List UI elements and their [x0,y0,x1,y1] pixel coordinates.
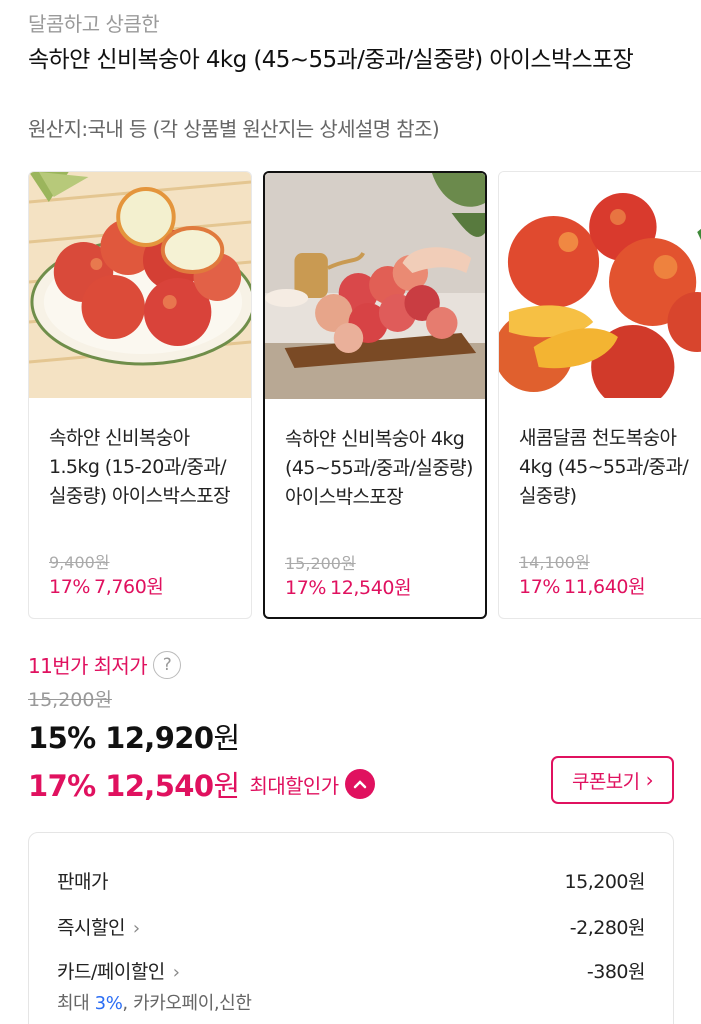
list-price: 15,200원 [28,689,112,711]
price-15-rate: 15% [28,721,96,755]
option-sale-amount: 12,540원 [330,577,412,599]
lowest-price-label: 11번가 최저가 ? [28,650,182,679]
chevron-right-icon: › [645,768,654,792]
option-discount-rate: 17% [49,576,91,598]
product-subtitle: 달콤하고 상큼한 [28,12,160,36]
origin-info: 원산지:국내 등 (각 상품별 원산지는 상세설명 참조) [28,117,440,141]
option-image [29,172,251,398]
breakdown-amount: -2,280원 [569,917,646,939]
price-breakdown-panel: 판매가 15,200원 즉시할인 › -2,280원 카드/페이할인 › -380원… [28,832,674,1024]
price-17-value: 17% 12,540원 [28,763,240,805]
option-sale-price: 17% 11,640원 [519,572,646,599]
price-17-unit: 원 [213,769,240,803]
chevron-up-icon[interactable] [344,769,375,799]
product-title: 속하얀 신비복숭아 4kg (45~55과/중과/실중량) 아이스박스포장 [28,47,634,73]
breakdown-row-sale-price: 판매가 15,200원 [57,867,646,894]
option-original-price: 14,100원 [519,553,590,572]
breakdown-label: 카드/페이할인 › [57,957,180,984]
option-original-price: 15,200원 [285,554,356,573]
chevron-right-icon: › [172,962,180,983]
option-card[interactable]: 속하얀 신비복숭아 1.5kg (15-20과/중과/실중량) 아이스박스포장 … [28,171,252,619]
breakdown-label-text: 즉시할인 [57,917,125,939]
price-15-amount: 12,920 [105,721,214,755]
option-image [265,173,485,399]
discount-price-15: 15% 12,920원 [28,715,240,757]
breakdown-label: 판매가 [57,871,108,893]
breakdown-amount: -380원 [586,961,646,983]
max-discount-label: 최대할인가 [249,773,340,798]
price-17-rate: 17% [28,769,96,803]
breakdown-label-text: 카드/페이할인 [57,961,165,983]
breakdown-row-card-discount[interactable]: 카드/페이할인 › -380원 [57,957,646,984]
option-name: 속하얀 신비복숭아 4kg (45~55과/중과/실중량) 아이스박스포장 [285,428,473,508]
breakdown-amount: 15,200원 [564,871,646,893]
price-15-unit: 원 [213,721,240,755]
chevron-right-icon: › [132,918,140,939]
option-card-selected[interactable]: 속하얀 신비복숭아 4kg (45~55과/중과/실중량) 아이스박스포장 15… [263,171,487,619]
option-sale-amount: 7,760원 [94,576,164,598]
option-sale-price: 17% 12,540원 [285,573,412,600]
coupon-view-button[interactable]: 쿠폰보기 › [551,756,674,804]
option-discount-rate: 17% [285,577,327,599]
option-card[interactable]: 새콤달콤 천도복숭아 4kg (45~55과/중과/실중량) 14,100원 1… [498,171,701,619]
breakdown-label: 즉시할인 › [57,913,140,940]
option-discount-rate: 17% [519,576,561,598]
option-image [499,172,701,398]
option-sale-price: 17% 7,760원 [49,572,164,599]
option-sale-amount: 11,640원 [564,576,646,598]
card-note-suffix: , 카카오페이,신한 [122,993,252,1014]
lowest-price-text: 11번가 최저가 [28,654,148,678]
question-circle-icon[interactable]: ? [153,650,182,679]
option-carousel[interactable]: 속하얀 신비복숭아 1.5kg (15-20과/중과/실중량) 아이스박스포장 … [28,171,701,620]
card-note-highlight: 3% [94,993,123,1014]
breakdown-row-instant-discount[interactable]: 즉시할인 › -2,280원 [57,913,646,940]
option-original-price: 9,400원 [49,553,110,572]
max-discount-price: 17% 12,540원 최대할인가 [28,763,375,805]
option-name: 속하얀 신비복숭아 1.5kg (15-20과/중과/실중량) 아이스박스포장 [49,427,231,507]
price-17-amount: 12,540 [105,769,214,803]
coupon-button-label: 쿠폰보기 [572,770,640,793]
card-discount-note: 최대 3%, 카카오페이,신한 [57,989,252,1015]
option-name: 새콤달콤 천도복숭아 4kg (45~55과/중과/실중량) [519,427,689,507]
card-note-prefix: 최대 [57,993,95,1014]
